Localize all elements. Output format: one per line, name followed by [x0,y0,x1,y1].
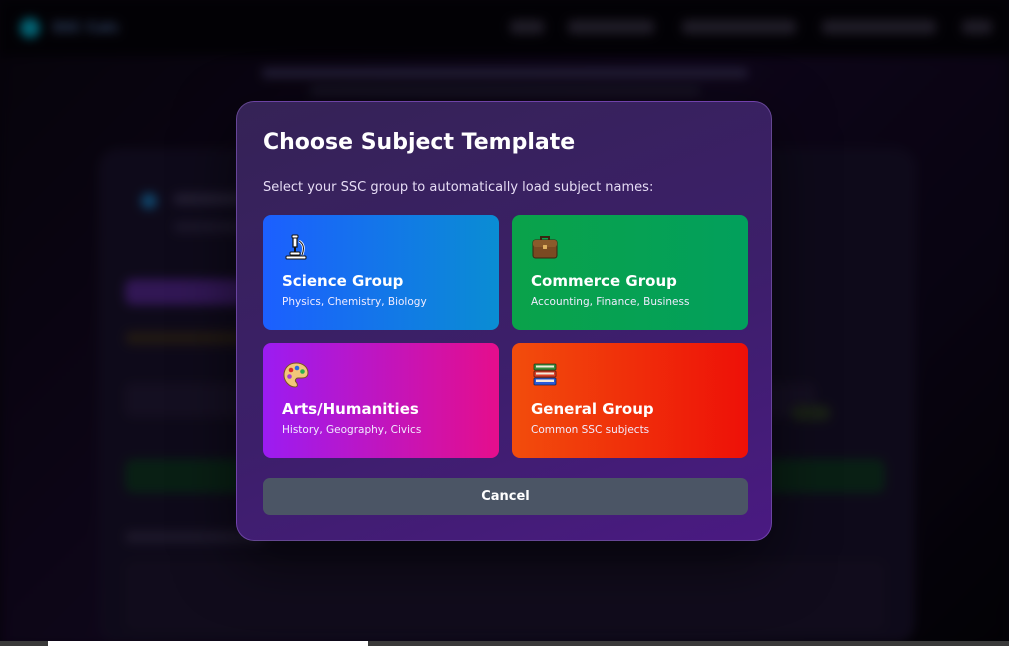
card-title: General Group [531,400,654,418]
card-title: Arts/Humanities [282,400,419,418]
card-description: Accounting, Finance, Business [531,296,690,308]
modal-subtitle: Select your SSC group to automatically l… [263,180,654,195]
card-title: Science Group [282,272,404,290]
card-description: Physics, Chemistry, Biology [282,296,427,308]
microscope-icon [285,234,307,260]
card-title: Commerce Group [531,272,677,290]
subject-template-modal: Choose Subject Template Select your SSC … [236,101,772,541]
general-group-card[interactable]: General Group Common SSC subjects [512,343,748,458]
cancel-button[interactable]: Cancel [263,478,748,515]
arts-group-card[interactable]: Arts/Humanities History, Geography, Civi… [263,343,499,458]
briefcase-icon [532,236,558,259]
science-group-card[interactable]: Science Group Physics, Chemistry, Biolog… [263,215,499,330]
card-description: History, Geography, Civics [282,424,422,436]
horizontal-scrollbar-thumb[interactable] [48,641,368,646]
palette-icon [283,362,309,388]
card-description: Common SSC subjects [531,424,650,436]
modal-title: Choose Subject Template [263,130,576,155]
commerce-group-card[interactable]: Commerce Group Accounting, Finance, Busi… [512,215,748,330]
books-icon [533,363,557,386]
